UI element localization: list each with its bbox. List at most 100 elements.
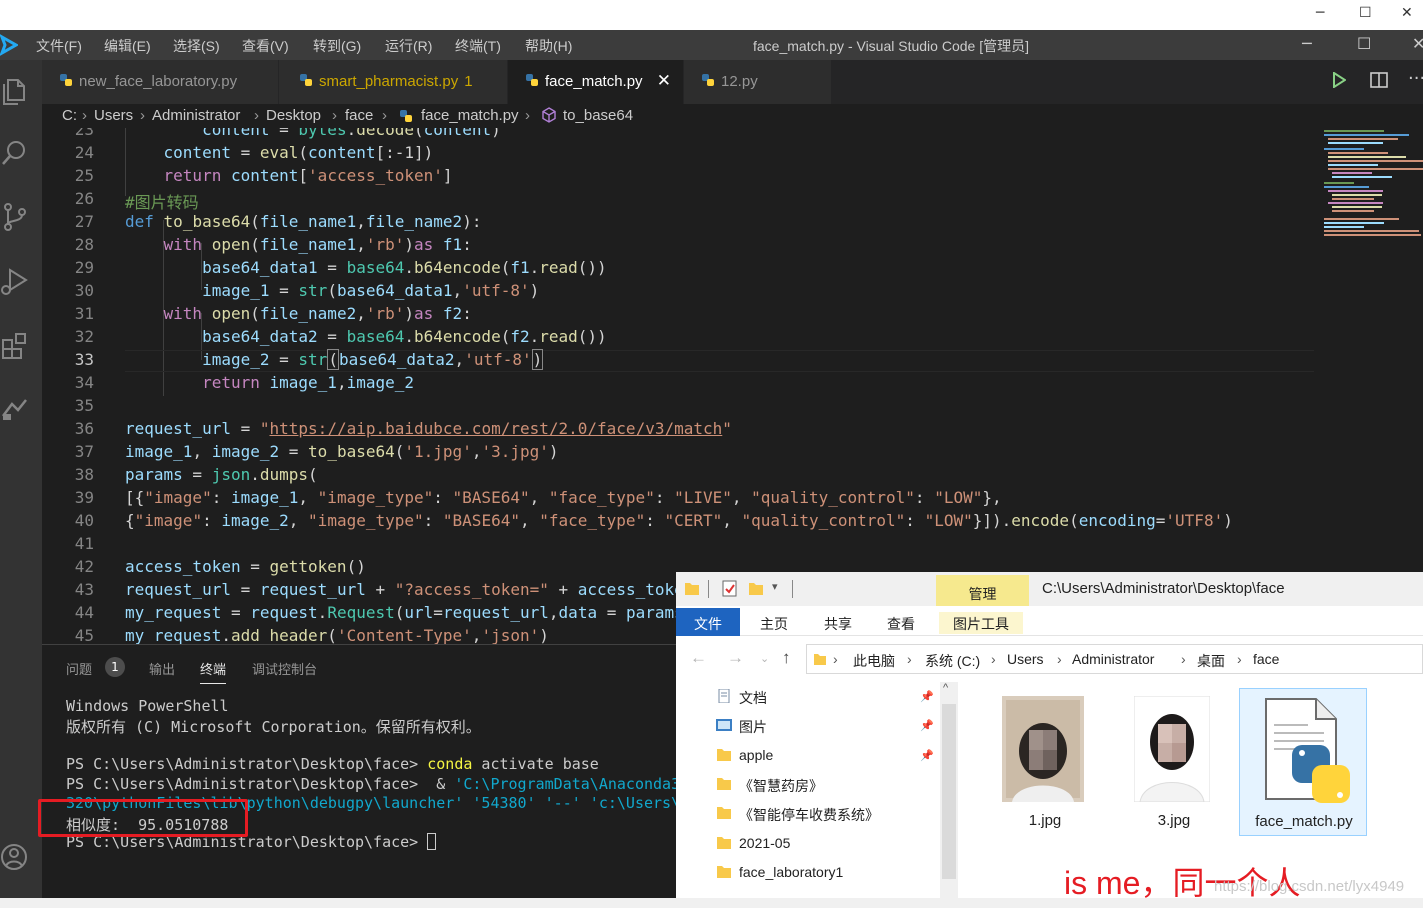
tab-face-match[interactable]: face_match.py ✕ [508,60,684,104]
explorer-title: C:\Users\Administrator\Desktop\face [1042,580,1285,597]
run-debug-icon[interactable] [0,264,30,298]
new-folder-icon[interactable] [748,581,764,596]
window-title: face_match.py - Visual Studio Code [管理员] [753,38,1029,54]
menu-go[interactable]: 转到(G) [313,36,361,56]
address-face[interactable]: face [1253,651,1279,667]
address-this-pc[interactable]: 此电脑 [853,651,895,671]
explorer-files-icon[interactable] [0,72,30,106]
tab-terminal[interactable]: 终端 [200,659,227,684]
line-number: 37 [74,442,94,461]
code-editor[interactable]: 23 content = bytes.decode(content) 24 co… [42,128,1322,644]
outer-maximize-button[interactable]: ☐ [1359,5,1372,21]
split-editor-icon[interactable] [1370,72,1388,88]
minimize-button[interactable]: ─ [1302,34,1312,53]
pin-icon[interactable]: 📌 [920,690,934,703]
tab-manage[interactable]: 管理 [936,575,1029,606]
breadcrumb-users[interactable]: Users [94,107,133,124]
scroll-thumb[interactable] [942,704,956,879]
outer-minimize-button[interactable]: ─ [1316,5,1324,21]
ribbon-tab-share[interactable]: 共享 [824,614,852,634]
tab-debug-console[interactable]: 调试控制台 [252,659,317,678]
nav-scrollbar[interactable]: ^ [940,682,958,908]
menu-help[interactable]: 帮助(H) [525,36,572,56]
code-line: base64_data1 = base64.b64encode(f1.read(… [202,258,607,277]
method-cube-icon [542,107,556,123]
ribbon-tab-view[interactable]: 查看 [887,614,915,634]
remote-explorer-icon[interactable] [0,392,30,426]
vscode-logo-icon [0,34,18,56]
outer-close-button[interactable]: ✕ [1401,5,1413,21]
folder-icon [717,837,731,849]
problem-count: 1 [464,73,473,90]
pin-icon[interactable]: 📌 [920,719,934,732]
breadcrumb-face[interactable]: face [345,107,373,124]
recent-dropdown-icon[interactable]: ⌄ [760,652,769,665]
line-number-current: 33 [74,350,94,369]
properties-check-icon[interactable] [722,580,738,597]
ribbon-tab-picture-tools[interactable]: 图片工具 [939,612,1023,634]
photo-thumbnail-1 [1002,696,1084,802]
code-line: with open(file_name2,'rb')as f2: [163,304,472,323]
tab-problems[interactable]: 问题 [66,659,92,678]
tab-output[interactable]: 输出 [149,659,175,678]
folder-icon [717,749,731,761]
code-line: with open(file_name1,'rb')as f1: [163,235,472,254]
chevron-right-icon: › [525,107,530,124]
scroll-up-icon[interactable]: ^ [943,682,948,694]
extensions-icon[interactable] [0,328,30,362]
menu-selection[interactable]: 选择(S) [173,36,220,56]
breadcrumb-drive[interactable]: C: [62,107,77,124]
code-line: return content['access_token'] [163,166,453,185]
terminal-line: Windows PowerShell [66,697,229,715]
address-administrator[interactable]: Administrator [1072,651,1154,667]
code-line: return image_1,image_2 [202,373,415,392]
breadcrumb-desktop[interactable]: Desktop [266,107,321,124]
file-item-3jpg[interactable]: 3.jpg [1110,688,1238,836]
close-button[interactable]: ✕ [1412,34,1423,53]
search-icon[interactable] [0,136,30,170]
line-number: 30 [74,281,94,300]
address-bar[interactable]: › 此电脑 › 系统 (C:) › Users › Administrator … [806,644,1423,674]
tab-smart-pharmacist[interactable]: smart_pharmacist.py 1 [279,60,508,104]
ribbon: 文件 主页 共享 查看 图片工具 [676,606,1423,636]
python-file-icon [60,74,72,86]
breadcrumb-administrator[interactable]: Administrator [152,107,240,124]
address-users[interactable]: Users [1007,651,1044,667]
file-explorer-window: ▾ 管理 C:\Users\Administrator\Desktop\face… [676,572,1423,908]
file-item-1jpg[interactable]: 1.jpg [981,688,1109,836]
line-number: 39 [74,488,94,507]
editor-tab-bar: new_face_laboratory.py smart_pharmacist.… [42,60,1423,104]
highlight-box [38,799,248,837]
forward-arrow-icon[interactable]: → [727,648,744,668]
file-item-face-match-py[interactable]: face_match.py [1239,688,1367,836]
line-number: 35 [74,396,94,415]
account-icon[interactable] [0,840,30,874]
menu-terminal[interactable]: 终端(T) [455,36,501,56]
back-arrow-icon[interactable]: ← [690,648,707,668]
run-file-icon[interactable] [1332,72,1346,88]
more-actions-icon[interactable]: ··· [1408,68,1423,89]
breadcrumb-symbol[interactable]: to_base64 [563,107,633,124]
address-drive[interactable]: 系统 (C:) [925,651,980,671]
ribbon-tab-home[interactable]: 主页 [760,614,788,634]
breadcrumb-file[interactable]: face_match.py [421,107,519,124]
maximize-button[interactable]: ☐ [1357,34,1371,53]
pin-icon[interactable]: 📌 [920,749,934,762]
address-desktop[interactable]: 桌面 [1197,651,1225,671]
tab-12[interactable]: 12.py [684,60,832,104]
close-tab-icon[interactable]: ✕ [657,71,671,91]
customize-toolbar-icon[interactable]: ▾ [772,580,778,593]
code-line: base64_data2 = base64.b64encode(f2.read(… [202,327,607,346]
up-arrow-icon[interactable]: ↑ [782,648,791,668]
menu-file[interactable]: 文件(F) [36,36,82,56]
line-number: 23 [74,128,94,139]
menu-edit[interactable]: 编辑(E) [104,36,151,56]
menu-view[interactable]: 查看(V) [242,36,289,56]
chevron-right-icon: › [332,107,337,124]
minimap[interactable] [1322,128,1423,644]
source-control-icon[interactable] [0,200,30,234]
menu-run[interactable]: 运行(R) [385,36,432,56]
line-number: 38 [74,465,94,484]
ribbon-tab-file[interactable]: 文件 [676,608,740,636]
tab-new-face-laboratory[interactable]: new_face_laboratory.py [42,60,279,104]
